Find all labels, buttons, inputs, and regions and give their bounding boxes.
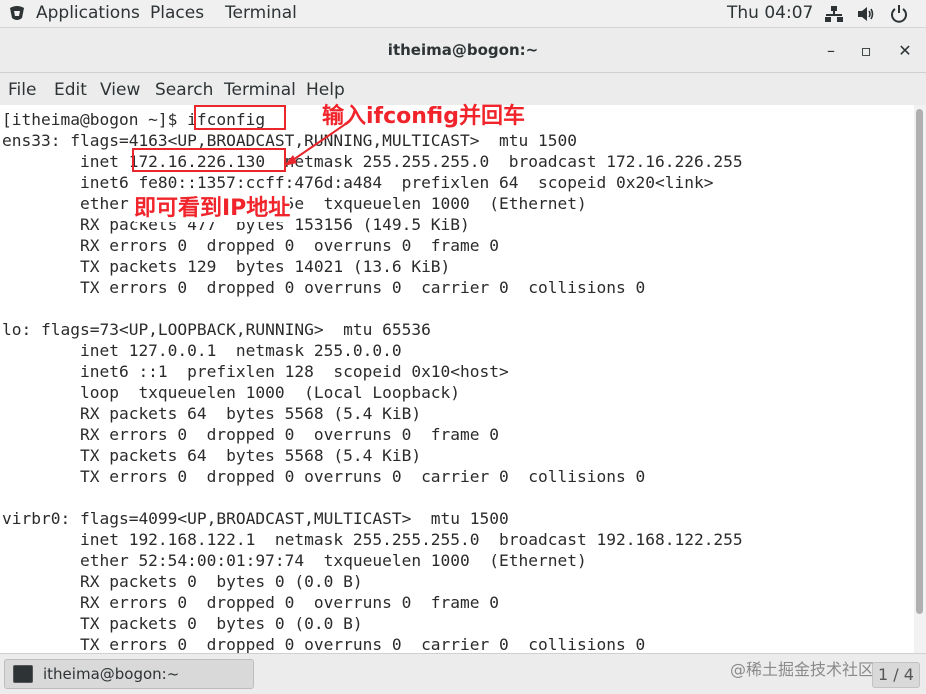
terminal-line: TX errors 0 dropped 0 overruns 0 carrier… [2,278,646,297]
terminal-line: lo: flags=73<UP,LOOPBACK,RUNNING> mtu 65… [2,320,431,339]
menu-help[interactable]: Help [306,80,345,100]
window-titlebar[interactable]: itheima@bogon:~ – ▫ ✕ [0,28,926,73]
terminal-output[interactable]: [itheima@bogon ~]$ ifconfig ens33: flags… [0,105,914,653]
terminal-line: TX errors 0 dropped 0 overruns 0 carrier… [2,635,646,653]
terminal-line: RX errors 0 dropped 0 overruns 0 frame 0 [2,236,500,255]
terminal-line: ether 52:54:00:01:97:74 txqueuelen 1000 … [2,551,587,570]
network-icon[interactable] [824,5,844,23]
annotation-enter-ifconfig: 输入ifconfig并回车 [322,104,525,129]
terminal-scrollbar[interactable] [914,105,926,653]
terminal-line: inet 192.168.122.1 netmask 255.255.255.0… [2,530,743,549]
terminal-line: RX packets 64 bytes 5568 (5.4 KiB) [2,404,422,423]
terminal-app-menu[interactable]: Terminal [225,3,297,23]
terminal-line: virbr0: flags=4099<UP,BROADCAST,MULTICAS… [2,509,509,528]
ip-highlight-box [132,148,286,172]
menu-terminal[interactable]: Terminal [224,80,296,100]
terminal-line: inet 127.0.0.1 netmask 255.0.0.0 [2,341,402,360]
menu-view[interactable]: View [100,80,140,100]
menu-file[interactable]: File [8,80,36,100]
terminal-line: inet6 ::1 prefixlen 128 scopeid 0x10<hos… [2,362,509,381]
scrollbar-thumb[interactable] [916,109,923,614]
menu-edit[interactable]: Edit [54,80,87,100]
terminal-line: TX errors 0 dropped 0 overruns 0 carrier… [2,467,646,486]
taskbar-terminal-item[interactable]: itheima@bogon:~ [4,659,254,689]
terminal-line: inet 172.16.226.130 netmask 255.255.255.… [2,152,743,171]
power-icon[interactable] [889,5,909,23]
workspace-pager[interactable]: 1 / 4 [872,662,920,688]
applications-icon[interactable] [8,6,26,22]
top-bar: Applications Places Terminal Thu 04:07 [0,0,926,28]
places-menu[interactable]: Places [150,3,204,23]
window-title: itheima@bogon:~ [387,41,539,59]
terminal-line: RX packets 0 bytes 0 (0.0 B) [2,572,363,591]
minimize-button[interactable]: – [818,38,844,64]
volume-icon[interactable] [856,5,876,23]
terminal-line: TX packets 64 bytes 5568 (5.4 KiB) [2,446,422,465]
terminal-line: loop txqueuelen 1000 (Local Loopback) [2,383,461,402]
terminal-line: RX errors 0 dropped 0 overruns 0 frame 0 [2,425,500,444]
close-button[interactable]: ✕ [892,38,918,64]
terminal-line: ether 00:0c:29:a8:4f:5e txqueuelen 1000 … [2,194,587,213]
ifconfig-highlight-box [194,105,286,130]
terminal-line: TX packets 129 bytes 14021 (13.6 KiB) [2,257,451,276]
taskbar-item-label: itheima@bogon:~ [43,665,180,683]
watermark: @稀土掘金技术社区 [730,660,875,679]
annotation-see-ip: 即可看到IP地址 [134,190,291,222]
menu-search[interactable]: Search [155,80,213,100]
terminal-line: RX errors 0 dropped 0 overruns 0 frame 0 [2,593,500,612]
maximize-button[interactable]: ▫ [853,38,879,64]
terminal-line: TX packets 0 bytes 0 (0.0 B) [2,614,363,633]
applications-menu[interactable]: Applications [36,3,140,23]
clock[interactable]: Thu 04:07 [727,3,813,23]
terminal-line: inet6 fe80::1357:ccff:476d:a484 prefixle… [2,173,714,192]
taskbar: itheima@bogon:~ @稀土掘金技术社区 1 / 4 [0,653,926,694]
terminal-icon [13,665,33,683]
